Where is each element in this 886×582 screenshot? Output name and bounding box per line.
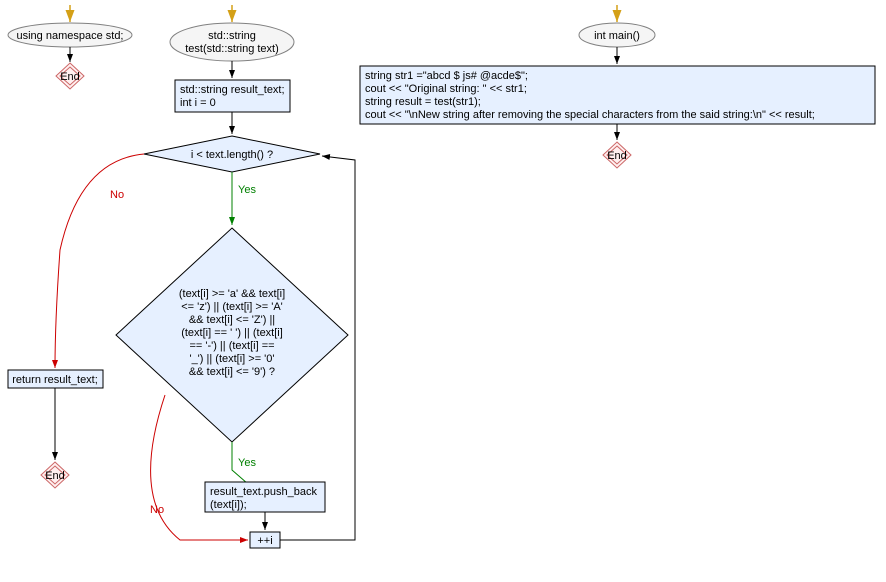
svg-text:cout << "Original string: " <<: cout << "Original string: " << str1; bbox=[365, 83, 527, 95]
svg-text:string str1 ="abcd $ js# @acde: string str1 ="abcd $ js# @acde$"; bbox=[365, 70, 528, 82]
svg-text:(text[i]);: (text[i]); bbox=[210, 499, 247, 511]
svg-text:Yes: Yes bbox=[238, 457, 256, 469]
end-node-2: End bbox=[41, 462, 69, 488]
svg-text:std::string: std::string bbox=[208, 30, 256, 42]
svg-text:std::string result_text;: std::string result_text; bbox=[180, 84, 285, 96]
svg-text:int main(): int main() bbox=[594, 30, 640, 42]
svg-text:cout << "\nNew string after re: cout << "\nNew string after removing the… bbox=[365, 109, 815, 121]
svg-text:result_text.push_back: result_text.push_back bbox=[210, 486, 318, 498]
svg-text:End: End bbox=[60, 71, 80, 83]
svg-text:No: No bbox=[150, 504, 164, 516]
svg-text:return result_text;: return result_text; bbox=[12, 374, 98, 386]
svg-text:&& text[i] <= '9') ?: && text[i] <= '9') ? bbox=[189, 366, 275, 378]
flowchart-canvas: using namespace std; End std::string tes… bbox=[0, 0, 886, 582]
svg-text:'_') || (text[i] >= '0': '_') || (text[i] >= '0' bbox=[189, 353, 274, 365]
using-namespace-label: using namespace std; bbox=[16, 30, 123, 42]
svg-text:(text[i] == ' ') || (text[i]: (text[i] == ' ') || (text[i] bbox=[181, 327, 283, 339]
svg-text:<= 'z') || (text[i] >= 'A': <= 'z') || (text[i] >= 'A' bbox=[181, 301, 283, 313]
svg-text:Yes: Yes bbox=[238, 184, 256, 196]
svg-text:i < text.length() ?: i < text.length() ? bbox=[191, 149, 273, 161]
svg-text:End: End bbox=[45, 470, 65, 482]
svg-text:test(std::string text): test(std::string text) bbox=[185, 43, 279, 55]
svg-text:No: No bbox=[110, 189, 124, 201]
svg-text:++i: ++i bbox=[257, 535, 272, 547]
end-node-1: End bbox=[56, 63, 84, 89]
end-node-3: End bbox=[603, 142, 631, 168]
svg-text:string result = test(str1);: string result = test(str1); bbox=[365, 96, 481, 108]
svg-text:== '-') || (text[i] ==: == '-') || (text[i] == bbox=[189, 340, 274, 352]
svg-text:(text[i] >= 'a' && text[i]: (text[i] >= 'a' && text[i] bbox=[179, 288, 285, 300]
svg-text:End: End bbox=[607, 150, 627, 162]
svg-text:&& text[i] <= 'Z') ||: && text[i] <= 'Z') || bbox=[189, 314, 275, 326]
svg-text:int i = 0: int i = 0 bbox=[180, 97, 216, 109]
